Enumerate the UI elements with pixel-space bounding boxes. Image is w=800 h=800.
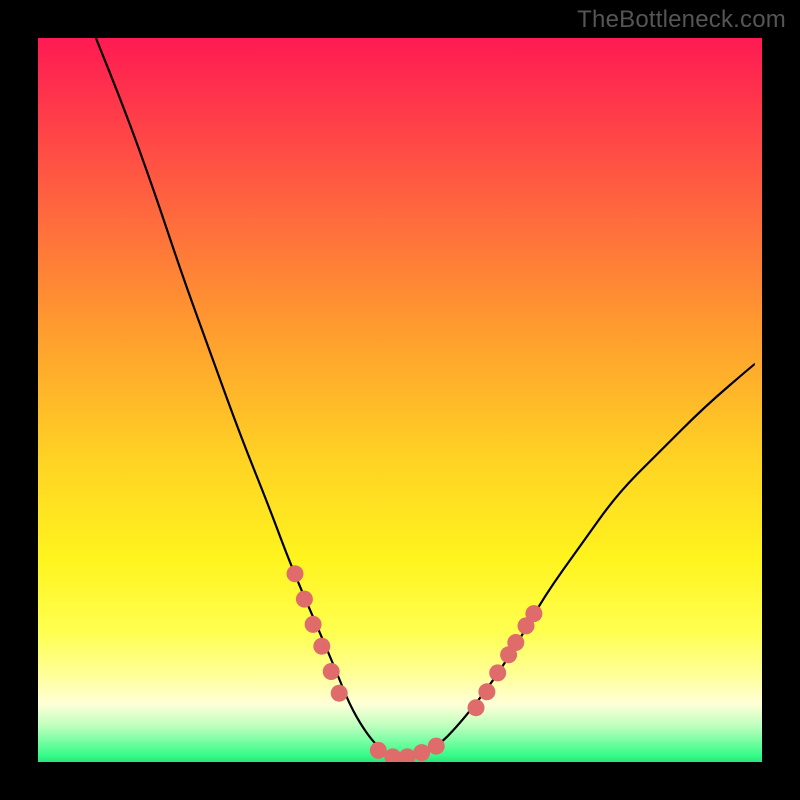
chart-marker-dot <box>370 742 387 759</box>
watermark-text: TheBottleneck.com <box>577 6 786 34</box>
chart-marker-dot <box>313 638 330 655</box>
chart-marker-dot <box>428 738 445 755</box>
chart-marker-dot <box>413 744 430 761</box>
chart-marker-dot <box>478 683 495 700</box>
chart-marker-dot <box>323 663 340 680</box>
chart-marker-dot <box>507 634 524 651</box>
chart-marker-dot <box>525 605 542 622</box>
chart-marker-dot <box>489 664 506 681</box>
chart-curve <box>96 38 755 757</box>
chart-marker-dot <box>331 685 348 702</box>
chart-marker-dot <box>296 591 313 608</box>
chart-svg-overlay <box>38 38 762 762</box>
chart-marker-dot <box>399 748 416 762</box>
chart-marker-dot <box>305 616 322 633</box>
chart-marker-dot <box>468 699 485 716</box>
chart-marker-dot <box>287 565 304 582</box>
chart-marker-dot <box>384 748 401 762</box>
